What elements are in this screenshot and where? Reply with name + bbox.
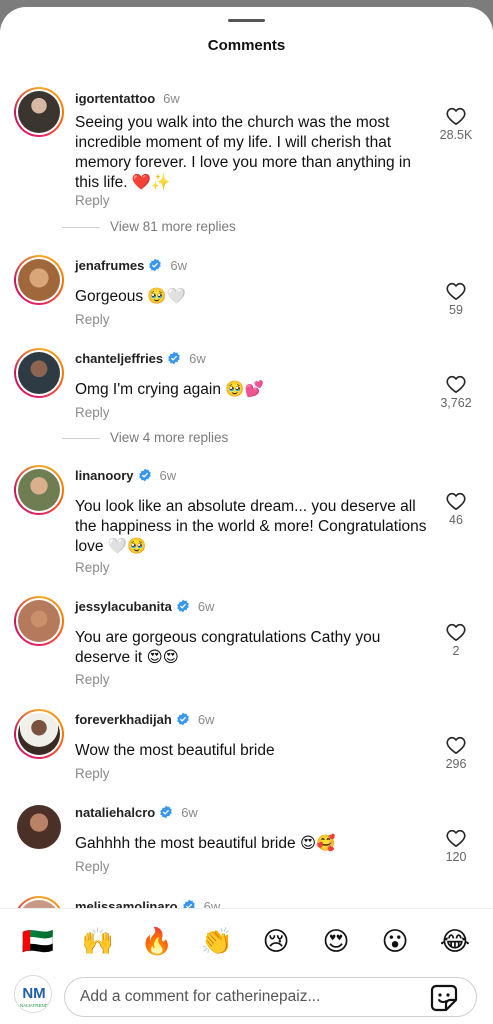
like-button[interactable]: 46 [433, 492, 479, 527]
username[interactable]: igortentattoo [75, 91, 155, 106]
more-replies-label: View 81 more replies [110, 219, 236, 234]
emoji-button[interactable]: 😍 [318, 925, 354, 957]
comment-text: Gahhhh the most beautiful bride 😍🥰 [75, 835, 336, 852]
heart-outline-icon [446, 492, 466, 510]
avatar[interactable] [14, 596, 64, 646]
reply-button[interactable]: Reply [75, 672, 110, 687]
emoji-button[interactable]: 😂 [437, 925, 473, 957]
like-button[interactable]: 28.5K [433, 107, 479, 142]
avatar[interactable] [14, 87, 64, 137]
verified-badge-icon [177, 599, 189, 613]
sticker-icon[interactable] [430, 984, 458, 1012]
reply-button[interactable]: Reply [75, 193, 110, 208]
username[interactable]: linanoory [75, 468, 134, 483]
username[interactable]: jessylacubanita [75, 599, 172, 614]
comments-sheet: Comments igortentattoo 6w Seeing you walk… [0, 7, 493, 1024]
comment-header: linanoory 6w [75, 468, 176, 484]
timestamp: 6w [197, 599, 215, 614]
comment-text: Gorgeous 🥹🤍 [75, 288, 186, 305]
heart-outline-icon [446, 623, 466, 641]
comment-text: You are gorgeous congratulations Cathy y… [75, 629, 381, 666]
comment-header: nataliehalcro 6w [75, 805, 198, 821]
like-count: 3,762 [440, 396, 472, 410]
like-button[interactable]: 59 [433, 282, 479, 317]
timestamp: 6w [163, 91, 180, 106]
emoji-button[interactable]: 🇦🇪 [20, 925, 56, 957]
avatar[interactable] [14, 465, 64, 515]
like-count: 296 [445, 757, 467, 771]
avatar[interactable] [14, 802, 64, 852]
verified-badge-icon [168, 351, 180, 365]
timestamp: 6w [170, 258, 187, 273]
timestamp: 6w [189, 351, 206, 366]
username[interactable]: jenafrumes [75, 258, 144, 273]
reply-button[interactable]: Reply [75, 560, 110, 575]
heart-outline-icon [446, 107, 466, 125]
more-replies-label: View 4 more replies [110, 430, 229, 445]
avatar[interactable] [14, 348, 64, 398]
like-count: 2 [452, 644, 460, 658]
username[interactable]: foreverkhadijah [75, 712, 172, 727]
verified-badge-icon [138, 468, 151, 482]
emoji-button[interactable]: 👏 [199, 925, 235, 957]
replies-divider [62, 226, 100, 228]
heart-outline-icon [446, 375, 466, 393]
verified-badge-icon [177, 712, 189, 726]
logo-icon: NM NAIJATREND [15, 976, 51, 1012]
comment-header: jessylacubanita 6w [75, 599, 214, 615]
page-title: Comments [207, 37, 286, 54]
verified-badge-icon [160, 805, 172, 819]
comment-header: foreverkhadijah 6w [75, 712, 214, 728]
username[interactable]: chanteljeffries [75, 351, 163, 366]
heart-outline-icon [446, 736, 466, 754]
like-button[interactable]: 296 [433, 736, 479, 771]
verified-badge-icon [149, 258, 162, 272]
avatar[interactable] [14, 709, 64, 759]
timestamp: 6w [197, 712, 215, 727]
like-count: 46 [449, 513, 463, 527]
comment-header: jenafrumes 6w [75, 258, 187, 274]
like-button[interactable]: 3,762 [433, 375, 479, 410]
emoji-button[interactable]: 😮 [377, 925, 413, 957]
drag-handle[interactable] [228, 19, 265, 22]
timestamp: 6w [159, 468, 177, 483]
like-count: 28.5K [439, 128, 473, 142]
reply-button[interactable]: Reply [75, 766, 110, 781]
comment-text: Wow the most beautiful bride [75, 742, 275, 759]
view-more-replies[interactable]: View 81 more replies [62, 219, 236, 234]
like-button[interactable]: 120 [433, 829, 479, 864]
emoji-button[interactable]: 😢 [258, 925, 294, 957]
like-button[interactable]: 2 [433, 623, 479, 658]
reply-button[interactable]: Reply [75, 405, 110, 420]
like-count: 120 [445, 850, 467, 864]
comment-text: Seeing you walk into the church was the … [75, 114, 411, 191]
comment-header: chanteljeffries 6w [75, 351, 206, 367]
timestamp: 6w [181, 805, 198, 820]
comment-composer: 🇦🇪 🙌 🔥 👏 😢 😍 😮 😂 NM NAIJATREND [0, 908, 493, 1024]
reply-button[interactable]: Reply [75, 312, 110, 327]
like-count: 59 [449, 303, 463, 317]
avatar[interactable]: NM NAIJATREND [14, 975, 52, 1013]
reply-button[interactable]: Reply [75, 859, 110, 874]
heart-outline-icon [446, 282, 466, 300]
view-more-replies[interactable]: View 4 more replies [62, 430, 228, 445]
comment-input[interactable] [64, 977, 477, 1017]
heart-outline-icon [446, 829, 466, 847]
quick-emoji-bar: 🇦🇪 🙌 🔥 👏 😢 😍 😮 😂 [0, 925, 493, 957]
emoji-button[interactable]: 🙌 [80, 925, 116, 957]
comment-text: Omg I'm crying again 🥹💕 [75, 381, 264, 398]
svg-text:NAIJATREND: NAIJATREND [20, 1003, 49, 1008]
comment-text: You look like an absolute dream... you d… [75, 498, 427, 555]
svg-text:NM: NM [22, 985, 45, 1002]
comment-header: igortentattoo 6w [75, 91, 180, 107]
emoji-button[interactable]: 🔥 [139, 925, 175, 957]
avatar[interactable] [14, 255, 64, 305]
replies-divider [62, 437, 100, 439]
username[interactable]: nataliehalcro [75, 805, 155, 820]
